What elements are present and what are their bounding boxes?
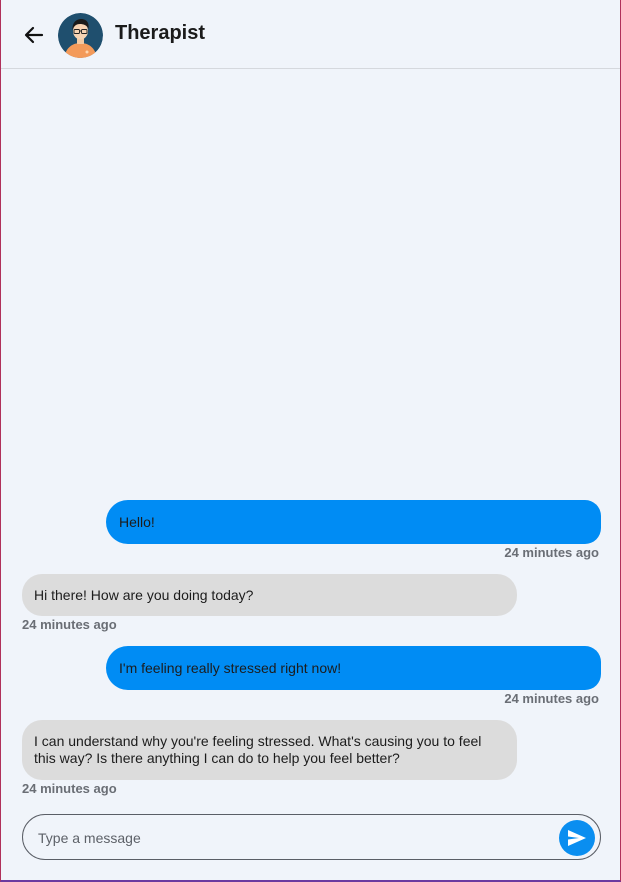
message-bubble-outgoing: I'm feeling really stressed right now! (106, 646, 601, 690)
message-timestamp: 24 minutes ago (22, 617, 117, 632)
message-input[interactable] (38, 827, 538, 849)
message-text: I can understand why you're feeling stre… (34, 733, 482, 766)
message-bubble-outgoing: Hello! (106, 500, 601, 544)
message-text: Hi there! How are you doing today? (34, 586, 254, 603)
arrow-left-icon (24, 26, 44, 44)
avatar (58, 13, 103, 58)
message-bubble-incoming: Hi there! How are you doing today? (22, 574, 517, 616)
back-button[interactable] (23, 24, 45, 46)
message-text: I'm feeling really stressed right now! (119, 659, 342, 676)
message-timestamp: 24 minutes ago (22, 781, 117, 796)
chat-app: Therapist Hello! 24 minutes ago Hi there… (0, 0, 621, 882)
send-icon (568, 830, 586, 846)
message-timestamp: 24 minutes ago (504, 545, 599, 560)
therapist-avatar-icon (58, 13, 103, 58)
chat-header: Therapist (1, 0, 620, 69)
message-text: Hello! (119, 513, 155, 530)
message-timestamp: 24 minutes ago (504, 691, 599, 706)
message-bubble-incoming: I can understand why you're feeling stre… (22, 720, 517, 780)
page-title: Therapist (115, 22, 206, 44)
send-button[interactable] (559, 820, 595, 856)
message-composer (22, 814, 601, 860)
